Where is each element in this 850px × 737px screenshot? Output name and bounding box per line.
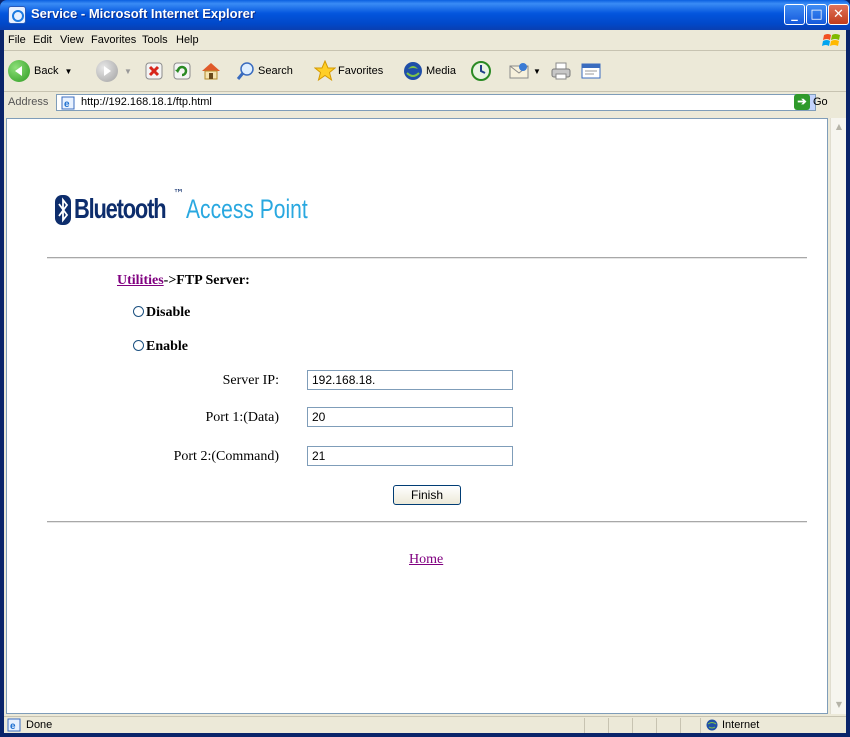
standard-toolbar: Back ▼ ▼ Search Favorites Media ▼ bbox=[4, 51, 846, 92]
maximize-button[interactable]: □ bbox=[806, 4, 827, 25]
search-button[interactable]: Search bbox=[236, 59, 293, 83]
logo-tm: ™ bbox=[173, 187, 185, 200]
favorites-label: Favorites bbox=[338, 65, 384, 77]
page-viewport: Bluetooth ™ Access Point Utilities->FTP … bbox=[6, 118, 828, 714]
logo-brand: Bluetooth bbox=[74, 193, 167, 224]
menu-edit[interactable]: Edit bbox=[33, 34, 52, 46]
address-bar: Address e http://192.168.18.1/ftp.html ▼… bbox=[4, 92, 846, 114]
enable-radio[interactable] bbox=[133, 340, 144, 351]
back-arrow-icon bbox=[8, 60, 30, 82]
menu-favorites[interactable]: Favorites bbox=[91, 34, 136, 46]
back-dropdown-icon[interactable]: ▼ bbox=[64, 67, 72, 76]
vertical-scrollbar[interactable]: ▲ ▼ bbox=[830, 118, 846, 714]
bluetooth-icon bbox=[55, 195, 71, 225]
print-icon bbox=[551, 62, 571, 80]
print-button[interactable] bbox=[550, 59, 572, 83]
go-arrow-icon: ➔ bbox=[794, 94, 810, 110]
menu-help[interactable]: Help bbox=[176, 34, 199, 46]
svg-text:e: e bbox=[10, 721, 16, 732]
status-text: Done bbox=[26, 719, 53, 731]
bluetooth-access-point-logo: Bluetooth ™ Access Point bbox=[55, 181, 342, 225]
enable-option: Enable bbox=[133, 339, 188, 355]
forward-arrow-icon bbox=[96, 60, 118, 82]
stop-button[interactable] bbox=[144, 59, 164, 83]
enable-label: Enable bbox=[146, 339, 189, 354]
forward-dropdown-icon[interactable]: ▼ bbox=[124, 67, 132, 76]
breadcrumb: Utilities->FTP Server: bbox=[117, 273, 250, 289]
back-button[interactable]: Back ▼ bbox=[8, 59, 72, 83]
port1-input[interactable] bbox=[307, 407, 513, 427]
mail-icon bbox=[509, 63, 529, 79]
home-link-wrap: Home bbox=[409, 552, 443, 568]
top-divider bbox=[47, 257, 807, 259]
history-icon bbox=[471, 61, 491, 81]
browser-client: File Edit View Favorites Tools Help Back… bbox=[4, 30, 846, 733]
search-label: Search bbox=[258, 65, 293, 77]
address-input[interactable]: e http://192.168.18.1/ftp.html ▼ bbox=[56, 94, 816, 111]
forward-button[interactable]: ▼ bbox=[96, 59, 132, 83]
scroll-up-icon[interactable]: ▲ bbox=[832, 120, 846, 134]
menu-tools[interactable]: Tools bbox=[142, 34, 168, 46]
disable-radio[interactable] bbox=[133, 306, 144, 317]
refresh-icon bbox=[173, 62, 191, 80]
home-icon bbox=[202, 63, 220, 80]
back-label: Back bbox=[34, 65, 59, 77]
server-ip-input[interactable] bbox=[307, 370, 513, 390]
edit-button[interactable] bbox=[580, 59, 602, 83]
scroll-down-icon[interactable]: ▼ bbox=[832, 698, 846, 712]
windows-logo-icon bbox=[822, 34, 840, 46]
finish-button[interactable]: Finish bbox=[393, 485, 461, 505]
utilities-link[interactable]: Utilities bbox=[117, 273, 164, 288]
minimize-button[interactable]: _ bbox=[784, 4, 805, 25]
server-ip-label: Server IP: bbox=[222, 373, 279, 388]
bottom-divider bbox=[47, 521, 807, 523]
breadcrumb-current: ->FTP Server: bbox=[163, 273, 250, 288]
ie-window-icon bbox=[8, 6, 26, 24]
history-button[interactable] bbox=[470, 59, 492, 83]
port1-label: Port 1:(Data) bbox=[205, 410, 279, 425]
refresh-button[interactable] bbox=[172, 59, 192, 83]
stop-icon bbox=[145, 62, 163, 80]
logo-product: Access Point bbox=[186, 194, 308, 224]
address-label: Address bbox=[8, 96, 49, 108]
favorites-star-icon bbox=[314, 60, 336, 82]
port2-input[interactable] bbox=[307, 446, 513, 466]
port2-label: Port 2:(Command) bbox=[173, 449, 279, 464]
menu-view[interactable]: View bbox=[60, 34, 84, 46]
status-bar: e Done Internet bbox=[4, 716, 846, 734]
menu-bar: File Edit View Favorites Tools Help bbox=[4, 30, 846, 51]
address-url: http://192.168.18.1/ftp.html bbox=[81, 96, 212, 108]
internet-globe-icon bbox=[706, 719, 718, 731]
home-link[interactable]: Home bbox=[409, 552, 443, 567]
close-button[interactable]: ✕ bbox=[828, 4, 849, 25]
media-icon bbox=[404, 62, 422, 80]
ie-page-icon: e bbox=[61, 96, 75, 110]
mail-button[interactable]: ▼ bbox=[508, 59, 541, 83]
zone-text: Internet bbox=[722, 719, 760, 731]
edit-page-icon bbox=[581, 63, 601, 79]
disable-label: Disable bbox=[146, 305, 191, 320]
favorites-button[interactable]: Favorites bbox=[314, 59, 383, 83]
search-icon bbox=[236, 62, 254, 80]
window-title: Service - Microsoft Internet Explorer bbox=[31, 6, 255, 21]
go-label: Go bbox=[813, 96, 828, 108]
ie-status-icon: e bbox=[7, 718, 21, 732]
title-bar[interactable]: Service - Microsoft Internet Explorer _ … bbox=[0, 0, 850, 30]
disable-option: Disable bbox=[133, 305, 190, 321]
mail-dropdown-icon[interactable]: ▼ bbox=[533, 67, 541, 76]
ie-window: Service - Microsoft Internet Explorer _ … bbox=[0, 0, 850, 737]
home-button[interactable] bbox=[200, 59, 222, 83]
media-label: Media bbox=[426, 65, 456, 77]
svg-text:e: e bbox=[64, 99, 70, 110]
menu-file[interactable]: File bbox=[8, 34, 26, 46]
go-button[interactable]: ➔ Go bbox=[794, 94, 828, 110]
media-button[interactable]: Media bbox=[402, 59, 456, 83]
